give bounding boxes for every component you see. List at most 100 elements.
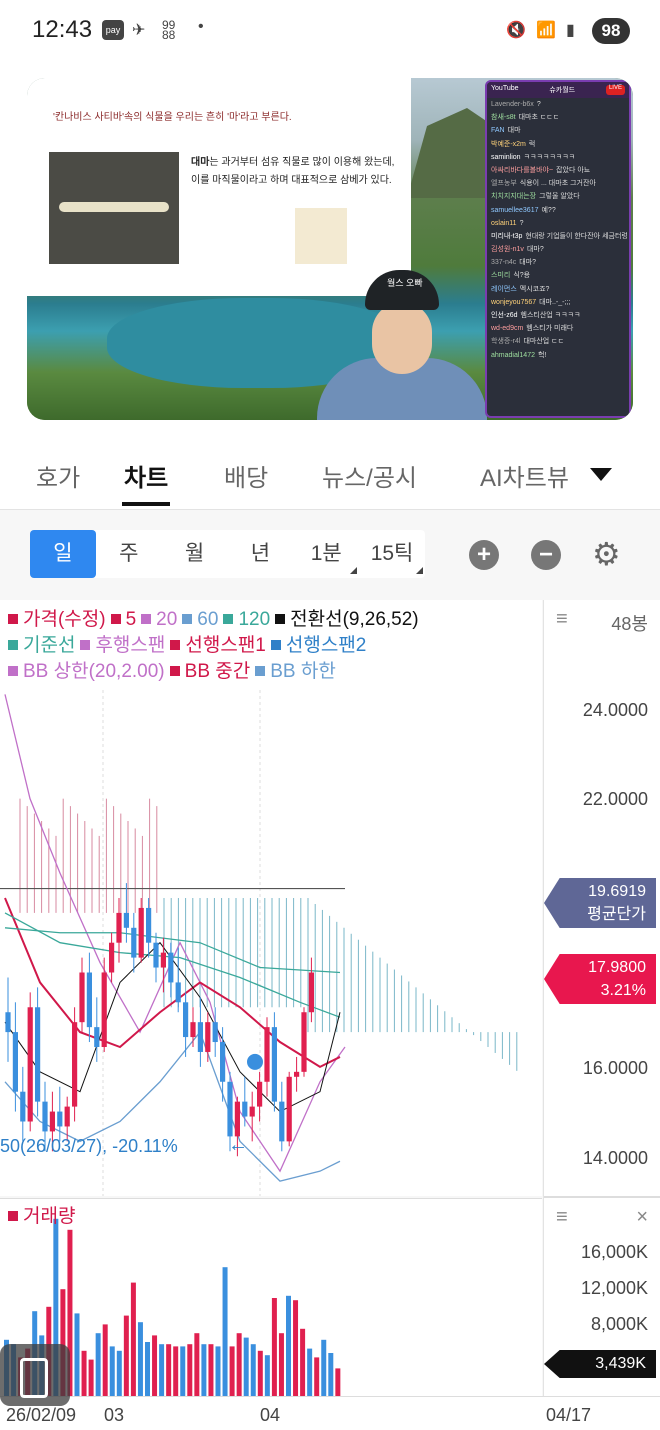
legend-label: 전환선(9,26,52) bbox=[290, 609, 419, 630]
legend-label: 후행스팬 bbox=[95, 635, 166, 656]
legend-label: BB 하한 bbox=[270, 661, 336, 682]
chat-text: 대마..-_-;;; bbox=[539, 298, 571, 306]
legend-item[interactable]: 120 bbox=[223, 609, 270, 630]
slide-body-text: 는 과거부터 섬유 직물로 많이 이용해 왔는데, 이를 마직물이라고 하며 대… bbox=[191, 157, 395, 186]
tab-bar: 호가 차트 배당 뉴스/공시 AI차트뷰 bbox=[0, 440, 660, 510]
legend-item[interactable]: 선행스팬2 bbox=[270, 635, 366, 656]
legend-item[interactable]: 60 bbox=[182, 609, 218, 630]
volume-bar bbox=[215, 1346, 221, 1397]
period-day[interactable]: 일 bbox=[30, 530, 96, 578]
slide-figure bbox=[295, 208, 347, 264]
candle-body bbox=[153, 942, 159, 968]
candle-body bbox=[168, 952, 174, 983]
price-chart[interactable]: 가격(수정) 5 20 60 120 전환선(9,26,52) 기준선 후행스팬 선행스팬1 선… bbox=[0, 600, 542, 1196]
notification-icon: ✈ bbox=[132, 22, 146, 39]
chevron-down-icon[interactable] bbox=[590, 468, 612, 481]
volume-tick: 8,000K bbox=[590, 1314, 648, 1334]
volume-bar bbox=[222, 1267, 228, 1397]
legend-label: 20 bbox=[156, 609, 178, 630]
legend-item[interactable]: 후행스팬 bbox=[80, 635, 165, 656]
chat-user: FAN bbox=[491, 127, 505, 135]
signal-icon: ▮ bbox=[566, 22, 575, 39]
tab-news[interactable]: 뉴스/공시 bbox=[322, 458, 417, 493]
chat-message: Lavender-b6x? bbox=[487, 98, 629, 111]
volume-bar bbox=[229, 1346, 235, 1397]
video-presenter: 월스 오빠 bbox=[317, 268, 487, 420]
chat-user: 인선-z6d bbox=[491, 312, 518, 319]
price-tick: 14.0000 bbox=[582, 1148, 648, 1168]
legend-line-2: 기준선 후행스팬 선행스팬1 선행스팬2 bbox=[8, 630, 371, 657]
legend-item[interactable]: 5 bbox=[110, 609, 136, 630]
chat-user: 참새-s8t bbox=[491, 114, 516, 122]
chat-message: 치치지지대는장 그렇울 알았다 bbox=[487, 190, 629, 203]
candle-body bbox=[86, 972, 92, 1028]
candle-body bbox=[175, 982, 181, 1003]
chat-user: 김성원-n1v bbox=[491, 246, 524, 254]
chat-user: 미리내-t3p bbox=[491, 232, 523, 240]
chat-message: 김성원-n1v 대마? bbox=[487, 243, 629, 256]
live-badge: LIVE bbox=[605, 85, 625, 95]
volume-bar bbox=[137, 1322, 143, 1397]
tab-chart[interactable]: 차트 bbox=[121, 458, 171, 506]
volume-tick: 12,000K bbox=[580, 1278, 648, 1298]
menu-icon[interactable]: ≡ bbox=[556, 1206, 568, 1229]
candle-body bbox=[242, 1101, 248, 1117]
chat-text: 멕시코죠? bbox=[519, 285, 550, 293]
chat-text: 식?용 bbox=[513, 272, 531, 280]
volume-bar bbox=[166, 1344, 172, 1397]
legend-item[interactable]: BB 상한(20,2.00) bbox=[8, 661, 165, 682]
rotate-screen-button[interactable] bbox=[0, 1344, 70, 1406]
legend-item[interactable]: BB 하한 bbox=[255, 661, 336, 682]
presenter-cap: 월스 오빠 bbox=[365, 270, 439, 310]
gear-icon[interactable]: ⚙ bbox=[592, 538, 621, 570]
volume-bar bbox=[286, 1295, 291, 1397]
legend-item[interactable]: 20 bbox=[141, 609, 177, 630]
volume-bar bbox=[88, 1359, 94, 1397]
chat-message: 인선-z6d 헴스티산업 ㅋㅋㅋㅋ bbox=[487, 309, 629, 322]
zoom-in-button[interactable]: + bbox=[469, 540, 499, 570]
candle-body bbox=[308, 972, 314, 1013]
legend-label: BB 중간 bbox=[184, 661, 251, 682]
legend-item[interactable]: 선행스팬1 bbox=[170, 635, 266, 656]
volume-chart[interactable]: 거래량 bbox=[0, 1198, 542, 1397]
volume-bar bbox=[264, 1355, 270, 1397]
period-year[interactable]: 년 bbox=[227, 530, 293, 578]
legend-item[interactable]: BB 중간 bbox=[169, 661, 251, 682]
candle-body bbox=[197, 1022, 203, 1052]
volume-label: 거래량 bbox=[23, 1206, 76, 1227]
chat-text: 대마산업 ㄷㄷ bbox=[523, 338, 565, 346]
tab-ai-chart[interactable]: AI차트뷰 bbox=[480, 458, 569, 493]
current-price-value: 17.9800 bbox=[588, 959, 646, 976]
legend-swatch bbox=[169, 666, 180, 676]
chat-overlay: YouTube 슈카월드 LIVE Lavender-b6x? 참새-s8t 대마초… bbox=[485, 80, 631, 418]
chat-message: 아싸리바다를볼바야~ 잡았다 아뇨 bbox=[487, 164, 629, 177]
chat-text: 헴스티산업 ㅋㅋㅋㅋ bbox=[520, 312, 581, 319]
chat-user: wonjeyou7567 bbox=[491, 298, 537, 306]
volume-bar bbox=[278, 1333, 284, 1397]
legend-item[interactable]: 가격(수정) bbox=[8, 609, 106, 630]
period-minute[interactable]: 1분 bbox=[293, 530, 359, 578]
close-icon[interactable]: × bbox=[636, 1206, 648, 1229]
tab-dividend[interactable]: 배당 bbox=[224, 458, 268, 493]
chat-user: Lavender-b6x bbox=[491, 101, 534, 108]
chat-user: 박예준-x2m bbox=[491, 140, 526, 148]
zoom-out-button[interactable]: − bbox=[531, 540, 561, 570]
legend-item[interactable]: 전환선(9,26,52) bbox=[275, 609, 419, 630]
period-month[interactable]: 월 bbox=[162, 530, 228, 578]
chat-user: 337-n4c bbox=[491, 259, 517, 267]
chat-message: 레이먼스 멕시코죠? bbox=[487, 283, 629, 296]
candle-body bbox=[294, 1071, 300, 1077]
video-player[interactable]: '칸나비스 사티바'속의 식물을 우리는 흔히 '마'라고 부른다. 대마는 과… bbox=[27, 78, 633, 420]
chat-user: 스미리 bbox=[491, 272, 511, 280]
legend-line-3: BB 상한(20,2.00) BB 중간 BB 하한 bbox=[8, 656, 341, 683]
menu-icon[interactable]: ≡ bbox=[556, 608, 568, 631]
legend-label: 기준선 bbox=[23, 635, 76, 656]
chat-user: wd-ed9cm bbox=[491, 325, 524, 333]
volume-bar bbox=[116, 1350, 122, 1397]
period-week[interactable]: 주 bbox=[96, 530, 162, 578]
volume-bar bbox=[250, 1344, 256, 1397]
tab-orderbook[interactable]: 호가 bbox=[36, 458, 80, 493]
legend-item[interactable]: 기준선 bbox=[8, 635, 75, 656]
period-tick[interactable]: 15틱 bbox=[359, 530, 425, 578]
current-volume-badge: 3,439K bbox=[544, 1350, 656, 1378]
